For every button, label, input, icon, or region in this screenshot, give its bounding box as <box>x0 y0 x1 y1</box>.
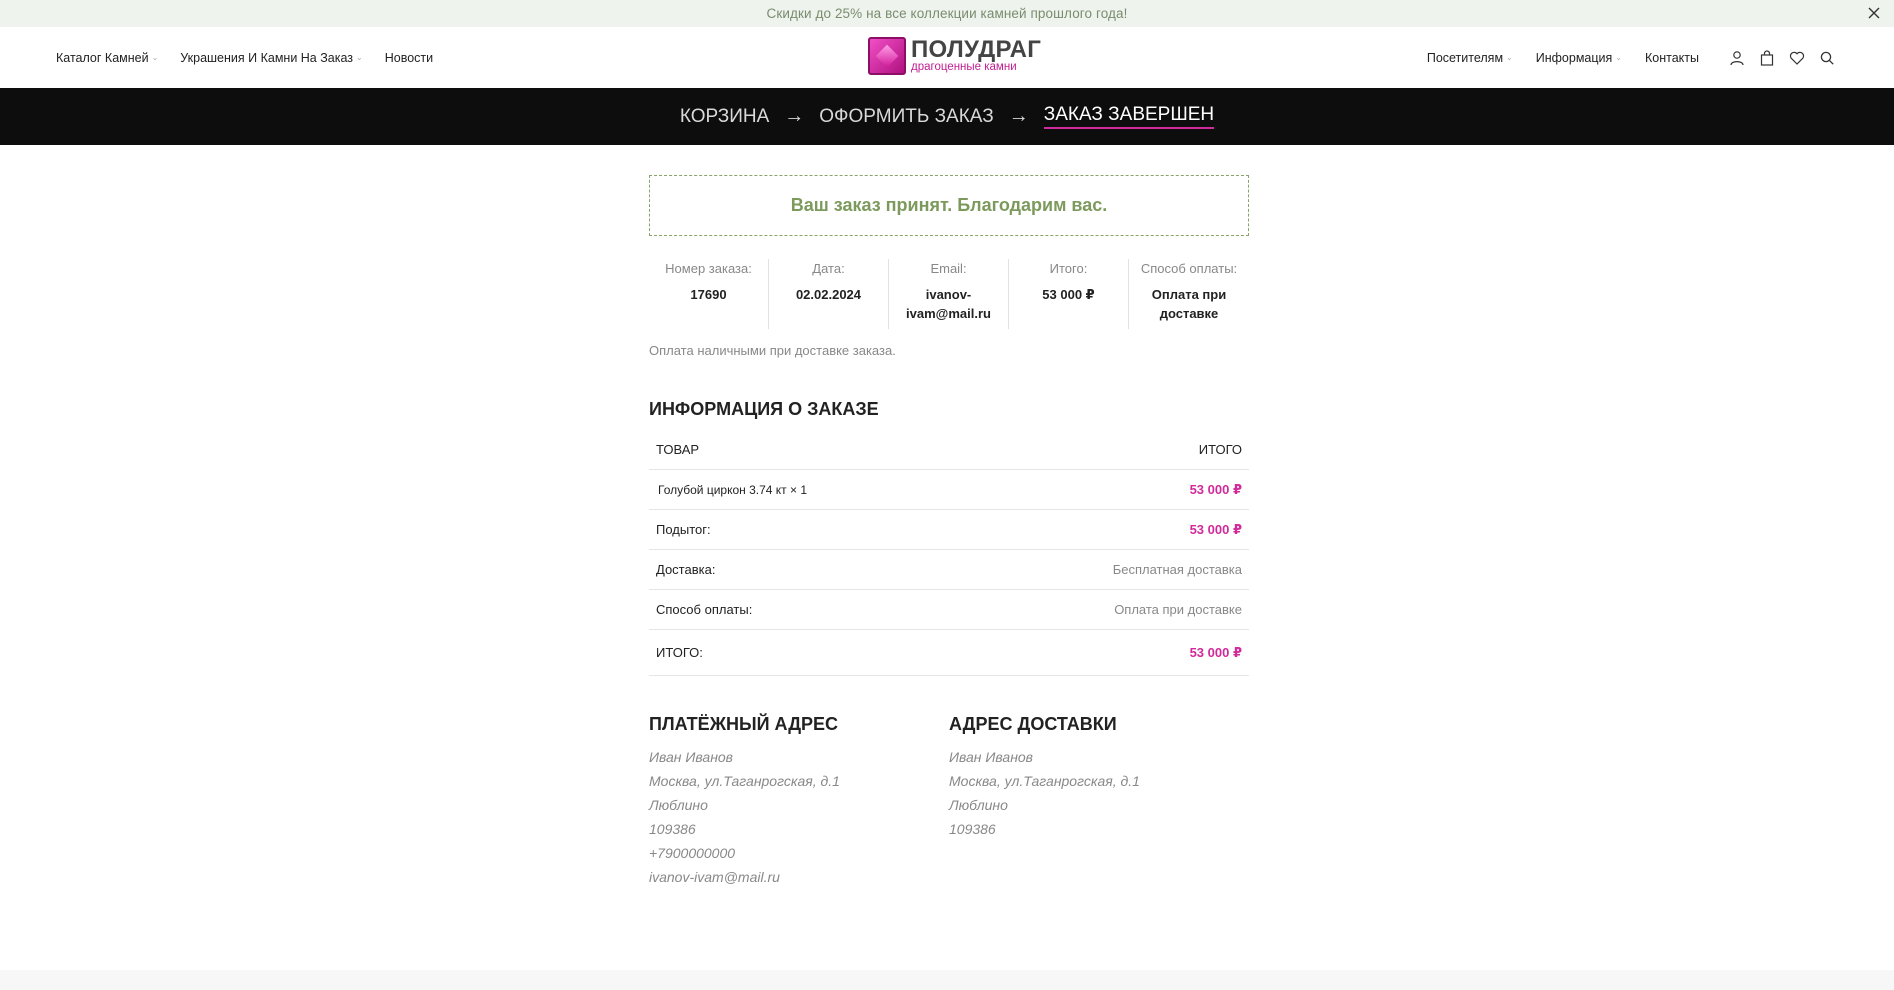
overview-date: Дата: 02.02.2024 <box>769 259 889 329</box>
close-icon[interactable] <box>1864 3 1884 23</box>
arrow-right-icon: → <box>1008 105 1029 127</box>
table-row: Голубой циркон 3.74 кт × 1 53 000 ₽ <box>649 469 1249 510</box>
thank-you-notice: Ваш заказ принят. Благодарим вас. <box>649 175 1249 236</box>
arrow-right-icon: → <box>784 105 805 127</box>
user-icon[interactable] <box>1722 43 1752 73</box>
overview-label: Способ оплаты: <box>1140 261 1238 276</box>
overview-label: Номер заказа: <box>665 261 752 276</box>
table-header-row: ТОВАР ИТОГО <box>649 432 1249 470</box>
chevron-down-icon: ⌄ <box>1506 53 1513 62</box>
total-value: 53 000 ₽ <box>970 629 1249 676</box>
site-logo[interactable]: ПОЛУДРАГ драгоценные камни <box>868 37 1041 75</box>
shipping-row: Доставка: Бесплатная доставка <box>649 549 1249 590</box>
nav-right: Посетителям ⌄ Информация ⌄ Контакты <box>1427 27 1842 88</box>
billing-postcode: 109386 <box>649 821 696 837</box>
product-link[interactable]: Голубой циркон 3.74 кт × 1 <box>656 483 807 497</box>
checkout-steps: КОРЗИНА → ОФОРМИТЬ ЗАКАЗ → ЗАКАЗ ЗАВЕРШЕ… <box>0 88 1894 145</box>
overview-total: Итого: 53 000 ₽ <box>1009 259 1129 329</box>
product-cell: Голубой циркон 3.74 кт × 1 <box>649 469 971 510</box>
order-details-title: ИНФОРМАЦИЯ О ЗАКАЗЕ <box>649 399 879 419</box>
total-row: ИТОГО: 53 000 ₽ <box>649 629 1249 676</box>
billing-email: ivanov-ivam@mail.ru <box>649 869 780 885</box>
shipping-address-title: АДРЕС ДОСТАВКИ <box>949 714 1117 734</box>
overview-value: Оплата при доставке <box>1151 287 1227 321</box>
nav-item-visitors[interactable]: Посетителям ⌄ <box>1427 51 1513 65</box>
payment-method-value: Оплата при доставке <box>970 589 1249 630</box>
nav-item-label: Каталог Камней <box>56 50 149 65</box>
shipping-label: Доставка: <box>649 549 971 590</box>
overview-value: 02.02.2024 <box>795 287 862 302</box>
overview-email: Email: ivanov-ivam@mail.ru <box>889 259 1009 329</box>
promo-text: Скидки до 25% на все коллекции камней пр… <box>766 6 1128 21</box>
nav-item-news[interactable]: Новости <box>385 51 433 65</box>
column-header-total: ИТОГО <box>970 432 1249 470</box>
order-received: Ваш заказ принят. Благодарим вас. Номер … <box>649 175 1249 889</box>
footer-edge <box>0 970 1894 990</box>
billing-phone: +7900000000 <box>649 845 736 861</box>
nav-item-label: Посетителям <box>1426 50 1504 65</box>
nav-item-catalog[interactable]: Каталог Камней ⌄ <box>56 51 158 65</box>
billing-address-title: ПЛАТЁЖНЫЙ АДРЕС <box>649 714 839 734</box>
shipping-district: Люблино <box>949 797 1008 813</box>
overview-label: Итого: <box>1049 261 1088 276</box>
payment-note: Оплата наличными при доставке заказа. <box>649 343 896 358</box>
nav-item-label: Новости <box>384 50 434 65</box>
order-overview: Номер заказа: 17690 Дата: 02.02.2024 Ema… <box>649 259 1249 329</box>
order-details-table: ТОВАР ИТОГО Голубой циркон 3.74 кт × 1 5… <box>649 432 1249 676</box>
nav-item-info[interactable]: Информация ⌄ <box>1536 51 1622 65</box>
logo-subtitle: драгоценные камни <box>911 61 1017 74</box>
overview-label: Email: <box>930 261 967 276</box>
subtotal-row: Подытог: 53 000 ₽ <box>649 509 1249 550</box>
payment-method-label: Способ оплаты: <box>649 589 971 630</box>
promo-bar: Скидки до 25% на все коллекции камней пр… <box>0 0 1894 27</box>
billing-district: Люблино <box>649 797 708 813</box>
subtotal-label: Подытог: <box>649 509 971 550</box>
logo-text: ПОЛУДРАГ драгоценные камни <box>911 38 1041 74</box>
shipping-street: Москва, ул.Таганрогская, д.1 <box>949 773 1140 789</box>
logo-title: ПОЛУДРАГ <box>911 36 1042 64</box>
search-icon[interactable] <box>1812 43 1842 73</box>
nav-item-label: Контакты <box>1645 50 1699 65</box>
shipping-address: АДРЕС ДОСТАВКИ Иван Иванов Москва, ул.Та… <box>949 714 1249 889</box>
overview-order-number: Номер заказа: 17690 <box>649 259 769 329</box>
nav-item-label: Информация <box>1535 50 1613 65</box>
billing-street: Москва, ул.Таганрогская, д.1 <box>649 773 840 789</box>
bag-icon[interactable] <box>1752 43 1782 73</box>
gem-logo-icon <box>868 37 906 75</box>
nav-left: Каталог Камней ⌄ Украшения И Камни На За… <box>56 27 455 88</box>
shipping-name: Иван Иванов <box>949 749 1033 765</box>
overview-payment-method: Способ оплаты: Оплата при доставке <box>1129 259 1249 329</box>
site-header: Каталог Камней ⌄ Украшения И Камни На За… <box>0 27 1894 88</box>
shipping-postcode: 109386 <box>949 821 996 837</box>
billing-address: ПЛАТЁЖНЫЙ АДРЕС Иван Иванов Москва, ул.Т… <box>649 714 949 889</box>
column-header-product: ТОВАР <box>649 432 971 470</box>
overview-value: 53 000 ₽ <box>1042 287 1095 302</box>
thank-you-text: Ваш заказ принят. Благодарим вас. <box>790 195 1108 215</box>
chevron-down-icon: ⌄ <box>151 53 159 62</box>
step-order-complete: ЗАКАЗ ЗАВЕРШЕН <box>1043 104 1215 129</box>
overview-value: ivanov-ivam@mail.ru <box>906 287 991 321</box>
billing-name: Иван Иванов <box>649 749 733 765</box>
nav-item-label: Украшения И Камни На Заказ <box>180 50 354 65</box>
heart-icon[interactable] <box>1782 43 1812 73</box>
chevron-down-icon: ⌄ <box>356 53 363 62</box>
total-label: ИТОГО: <box>649 629 971 676</box>
chevron-down-icon: ⌄ <box>1615 53 1622 62</box>
step-cart[interactable]: КОРЗИНА <box>680 106 769 128</box>
nav-item-contacts[interactable]: Контакты <box>1645 51 1699 65</box>
subtotal-value: 53 000 ₽ <box>970 509 1249 550</box>
shipping-value: Бесплатная доставка <box>970 549 1249 590</box>
overview-value: 17690 <box>690 287 727 302</box>
customer-addresses: ПЛАТЁЖНЫЙ АДРЕС Иван Иванов Москва, ул.Т… <box>649 714 1249 889</box>
payment-method-row: Способ оплаты: Оплата при доставке <box>649 589 1249 630</box>
nav-item-jewelry[interactable]: Украшения И Камни На Заказ ⌄ <box>180 51 362 65</box>
product-price: 53 000 ₽ <box>970 469 1249 510</box>
step-checkout[interactable]: ОФОРМИТЬ ЗАКАЗ <box>819 106 993 128</box>
overview-label: Дата: <box>812 261 845 276</box>
